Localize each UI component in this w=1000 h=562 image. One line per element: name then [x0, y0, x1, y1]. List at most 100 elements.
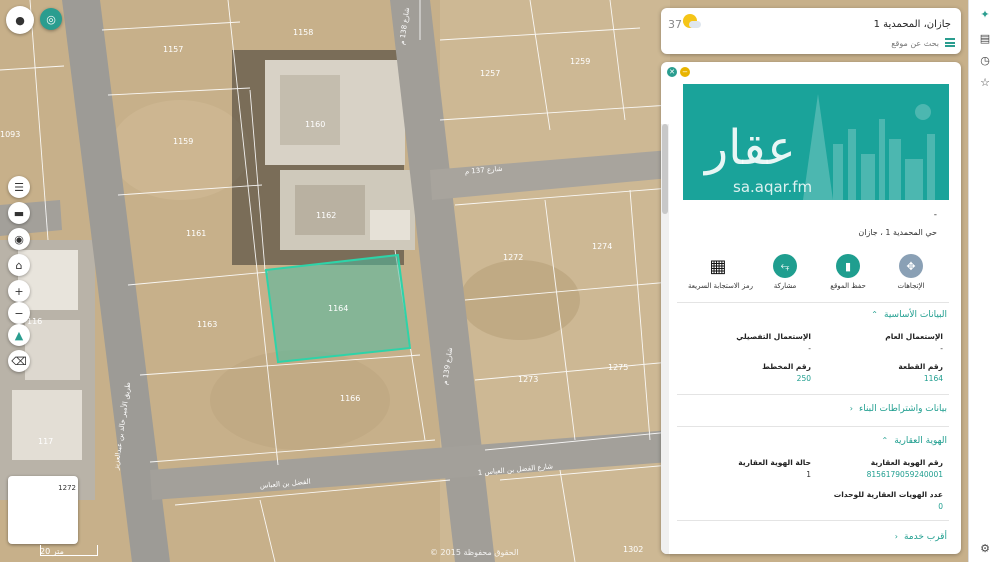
save-location-button[interactable]: ▮ حفظ الموقع — [818, 254, 878, 290]
minus-icon: − — [14, 306, 24, 320]
bookmark-icon: ▮ — [844, 259, 852, 273]
plus-icon: + — [14, 284, 24, 298]
action-label: الإتجاهات — [897, 282, 925, 290]
right-rail: ✦ ▤ ◷ ☆ ⚙ — [968, 0, 1000, 562]
location-title: جازان، المحمدية 1 — [873, 19, 951, 30]
plot-label: 117 — [38, 437, 53, 446]
search-input[interactable]: بحث عن موقع — [891, 39, 939, 48]
plot-label: 1166 — [340, 394, 360, 403]
plot-number-value: 1164 — [923, 374, 943, 383]
save-icon[interactable]: ▤ — [977, 30, 993, 46]
plot-label: 1164 — [328, 304, 348, 313]
banner-logo: عقار — [705, 120, 796, 176]
home-button[interactable]: ⌂ — [8, 254, 30, 276]
action-bar: ✥ الإتجاهات ▮ حفظ الموقع ⥆ مشاركة ▦ رمز … — [688, 254, 941, 294]
identity-number-label: رقم الهوية العقارية — [870, 458, 943, 467]
basic-data-section[interactable]: البيانات الأساسية ⌃ — [871, 310, 947, 320]
plot-number-label: رقم القطعة — [898, 362, 943, 371]
identity-section[interactable]: الهوية العقارية ⌃ — [882, 436, 948, 446]
layers-icon: ▬ — [13, 206, 25, 220]
identity-status-label: حالة الهوية العقارية — [738, 458, 811, 467]
plot-label: 1162 — [316, 211, 336, 220]
qr-code-icon: ▦ — [709, 255, 727, 277]
close-icon: ✕ — [669, 68, 675, 76]
delete-button[interactable]: ⌫ — [8, 350, 30, 372]
plot-label: 1160 — [305, 120, 325, 129]
scrollbar[interactable] — [661, 124, 669, 554]
qr-code-button[interactable]: ▦ رمز الاستجابة السريعة — [688, 254, 753, 290]
cloud-icon — [689, 21, 701, 28]
scale-label: 20 متر — [40, 547, 64, 556]
action-label: رمز الاستجابة السريعة — [688, 282, 753, 290]
plot-label: 1161 — [186, 229, 206, 238]
zoom-out-button[interactable]: − — [8, 302, 30, 324]
plan-number-value: 250 — [796, 374, 811, 383]
compass-button[interactable]: ▲ — [8, 324, 30, 346]
zoom-in-button[interactable]: + — [8, 280, 30, 302]
compass-icon: ▲ — [14, 328, 24, 342]
plan-number-label: رقم المخطط — [762, 362, 811, 371]
plot-label: 1158 — [293, 28, 313, 37]
star-icon[interactable]: ☆ — [977, 74, 993, 90]
copyright: © 2015 الحقوق محفوظة — [430, 548, 519, 557]
building-section[interactable]: بيانات واشتراطات البناء ‹ — [850, 404, 947, 414]
plot-label: 1272 — [503, 253, 523, 262]
list-button[interactable]: ☰ — [8, 176, 30, 198]
globe-icon: ◎ — [46, 12, 56, 26]
chevron-up-icon: ⌃ — [871, 310, 878, 319]
minimap-label: 1272 — [58, 484, 76, 492]
plot-label: 1275 — [608, 363, 628, 372]
scrollbar-thumb[interactable] — [662, 124, 668, 214]
minus-icon: − — [682, 68, 688, 76]
unit-identities-label: عدد الهويات العقارية للوحدات — [833, 490, 943, 499]
plot-label: 116 — [27, 317, 42, 326]
district-label: حي المحمدية 1 ، جازان — [858, 228, 937, 237]
history-icon[interactable]: ◷ — [977, 52, 993, 68]
close-button[interactable]: ✕ — [667, 67, 677, 77]
identity-number-value[interactable]: 8156179059240001 — [867, 470, 943, 479]
section-title: الهوية العقارية — [894, 436, 947, 446]
action-label: حفظ الموقع — [830, 282, 866, 290]
section-title: البيانات الأساسية — [884, 310, 947, 320]
minimize-button[interactable]: − — [680, 67, 690, 77]
plot-name: - — [933, 210, 937, 220]
divider — [677, 426, 949, 427]
menu-icon[interactable] — [945, 38, 955, 47]
plot-label: 1302 — [623, 545, 643, 554]
plot-label: 1093 — [0, 130, 20, 139]
identity-status-value: 1 — [806, 470, 811, 479]
chevron-left-icon: ‹ — [849, 404, 853, 413]
directions-icon: ✥ — [906, 259, 916, 273]
divider — [677, 394, 949, 395]
plot-label: 1257 — [480, 69, 500, 78]
nearest-service-section[interactable]: أقرب خدمة ‹ — [895, 532, 947, 542]
directions-button[interactable]: ✥ الإتجاهات — [881, 254, 941, 290]
unit-identities-value: 0 — [938, 502, 943, 511]
trash-icon: ⌫ — [11, 354, 27, 368]
aqar-banner: عقار sa.aqar.fm — [683, 84, 949, 200]
layers-button[interactable]: ▬ — [8, 202, 30, 224]
detailed-use-label: الإستعمال التفصيلي — [736, 332, 811, 341]
banner-url: sa.aqar.fm — [733, 178, 813, 196]
account-button[interactable]: ● — [6, 6, 34, 34]
list-icon: ☰ — [14, 180, 24, 194]
locate-button[interactable]: ◉ — [8, 228, 30, 250]
target-icon: ◉ — [14, 232, 24, 246]
plot-label: 1163 — [197, 320, 217, 329]
chevron-left-icon: ‹ — [894, 532, 898, 541]
plot-label: 1274 — [592, 242, 612, 251]
plot-label: 1259 — [570, 57, 590, 66]
share-button[interactable]: ⥆ مشاركة — [755, 254, 815, 290]
plot-label: 1273 — [518, 375, 538, 384]
general-use-value: - — [940, 344, 943, 353]
settings-icon[interactable]: ⚙ — [977, 540, 993, 556]
home-icon: ⌂ — [15, 258, 23, 272]
chevron-up-icon: ⌃ — [881, 436, 889, 445]
search-card: 37° جازان، المحمدية 1 بحث عن موقع — [661, 8, 961, 54]
minimap[interactable]: 1272 — [8, 476, 78, 544]
divider — [677, 302, 949, 303]
sparkle-icon[interactable]: ✦ — [977, 6, 993, 22]
section-title: أقرب خدمة — [903, 532, 947, 542]
language-button[interactable]: ◎ — [40, 8, 62, 30]
detailed-use-value: - — [808, 344, 811, 353]
